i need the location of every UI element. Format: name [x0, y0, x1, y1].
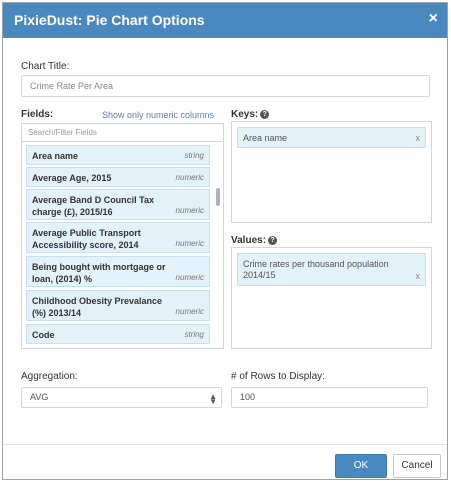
field-type: string [184, 330, 204, 339]
field-name: Childhood Obesity Prevalance (%) 2013/14 [32, 296, 163, 318]
help-icon[interactable]: ? [268, 236, 278, 245]
fields-search-input[interactable]: Search/Filter Fields [22, 124, 223, 142]
value-chip-crime-rates: Crime rates per thousand population 2014… [237, 253, 426, 286]
field-name: Average Public Transport Accessibility s… [32, 228, 141, 250]
field-item-childhood-obesity[interactable]: Childhood Obesity Prevalance (%) 2013/14… [26, 290, 210, 321]
select-arrows-icon: ▲ ▼ [209, 392, 217, 406]
key-chip-label: Area name [243, 133, 288, 143]
field-item-public-transport[interactable]: Average Public Transport Accessibility s… [26, 222, 210, 253]
field-item-code[interactable]: Code string [26, 324, 210, 344]
field-item-mortgage[interactable]: Being bought with mortgage or loan, (201… [26, 256, 210, 287]
pie-chart-options-dialog: PixieDust: Pie Chart Options × Chart Tit… [2, 2, 448, 480]
fields-scrollbar[interactable] [216, 188, 220, 206]
field-item-average-age[interactable]: Average Age, 2015 numeric [26, 167, 210, 187]
field-type: numeric [175, 206, 204, 215]
dialog-title: PixieDust: Pie Chart Options [14, 12, 205, 28]
field-type: numeric [175, 239, 204, 248]
field-name: Average Age, 2015 [32, 173, 112, 183]
fields-label: Fields: [21, 109, 54, 120]
field-name: Code [32, 330, 55, 340]
chart-title-label: Chart Title: [21, 61, 70, 72]
field-name: Area name [32, 151, 79, 161]
fields-list: Search/Filter Fields Area name string Av… [21, 123, 224, 349]
aggregation-select[interactable]: AVG ▲ ▼ [21, 387, 222, 408]
aggregation-value: AVG [30, 392, 49, 402]
rows-label: # of Rows to Display: [231, 371, 325, 382]
remove-icon[interactable]: x [416, 133, 421, 143]
aggregation-label: Aggregation: [21, 371, 78, 382]
field-item-area-name[interactable]: Area name string [26, 145, 210, 165]
field-name: Average Band D Council Tax charge (£), 2… [32, 195, 155, 217]
show-numeric-columns-link[interactable]: Show only numeric columns [102, 110, 214, 120]
remove-icon[interactable]: x [416, 271, 421, 281]
rows-input[interactable]: 100 [231, 387, 428, 408]
help-icon[interactable]: ? [260, 110, 270, 119]
key-chip-area-name: Area name x [237, 127, 426, 148]
value-chip-label: Crime rates per thousand population 2014… [243, 259, 389, 280]
keys-drop-area[interactable]: Area name x [231, 121, 432, 223]
values-label: Values:? [231, 235, 278, 246]
values-drop-area[interactable]: Crime rates per thousand population 2014… [231, 247, 432, 349]
ok-button[interactable]: OK [335, 454, 387, 478]
chart-title-input[interactable]: Crime Rate Per Area [21, 75, 430, 97]
field-item-council-tax[interactable]: Average Band D Council Tax charge (£), 2… [26, 189, 210, 220]
field-name: Being bought with mortgage or loan, (201… [32, 262, 166, 284]
dialog-titlebar: PixieDust: Pie Chart Options × [3, 3, 447, 38]
field-type: numeric [175, 173, 204, 182]
field-type: numeric [175, 273, 204, 282]
field-type: string [184, 151, 204, 160]
keys-label: Keys:? [231, 109, 270, 120]
field-type: numeric [175, 307, 204, 316]
cancel-button[interactable]: Cancel [393, 454, 441, 478]
close-icon[interactable]: × [429, 10, 438, 28]
footer-divider [3, 444, 447, 445]
